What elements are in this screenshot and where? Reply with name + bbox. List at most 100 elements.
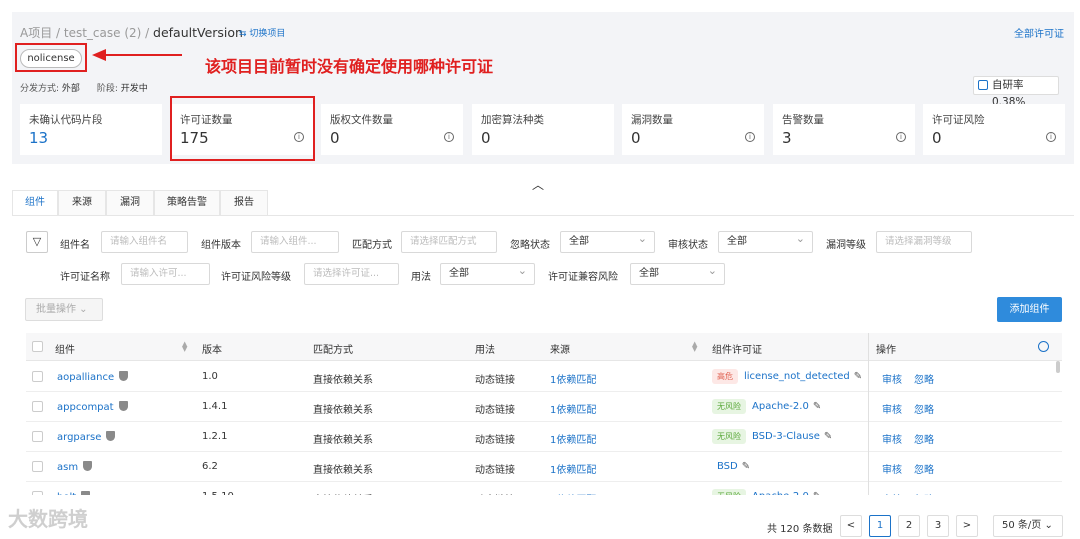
row-checkbox[interactable] <box>32 371 43 382</box>
filter-label-vuln-level: 漏洞等级 <box>826 240 866 251</box>
info-icon[interactable]: i <box>896 132 906 142</box>
all-licenses-link[interactable]: 全部许可证 <box>1014 25 1064 40</box>
row-checkbox[interactable] <box>32 461 43 472</box>
edit-pencil-icon[interactable]: ✎ <box>824 431 832 442</box>
sort-icon[interactable]: ▲ ▼ <box>182 341 187 353</box>
monitor-icon <box>978 80 988 90</box>
review-link[interactable]: 审核 <box>882 371 902 386</box>
collapse-chevron-up-icon[interactable]: ︿ <box>532 176 544 193</box>
table-row: aopalliance 1.0 直接依赖关系 动态链接 1依赖匹配 高危 lice… <box>26 362 1062 392</box>
distribution-label: 分发方式: <box>20 84 60 94</box>
page-button-3[interactable]: 3 <box>927 515 949 537</box>
risk-badge: 无风险 <box>712 429 746 444</box>
tab-sources[interactable]: 来源 <box>58 190 106 216</box>
component-link[interactable]: argparse <box>57 431 116 443</box>
usage-select[interactable]: 全部 <box>440 261 535 285</box>
add-component-button[interactable]: 添加组件 <box>997 297 1062 322</box>
match-type-select[interactable]: 请选择匹配方式 <box>401 231 497 253</box>
component-link[interactable]: asm <box>57 461 93 473</box>
component-link[interactable]: aopalliance <box>57 371 129 383</box>
stat-value: 0 <box>932 129 942 147</box>
license-risk-select[interactable]: 请选择许可证... <box>304 263 399 285</box>
stat-card-vulnerabilities[interactable]: 漏洞数量 0 i <box>622 104 764 155</box>
tab-reports[interactable]: 报告 <box>220 190 268 216</box>
stat-value[interactable]: 13 <box>29 129 48 147</box>
source-link[interactable]: 1依赖匹配 <box>550 431 596 446</box>
info-icon[interactable]: i <box>444 132 454 142</box>
tab-policy-alerts[interactable]: 策略告警 <box>154 190 220 216</box>
stat-card-copyright-files[interactable]: 版权文件数量 0 i <box>321 104 463 155</box>
stat-label: 未确认代码片段 <box>29 114 103 126</box>
breadcrumb-repo[interactable]: test_case (2) <box>64 26 141 40</box>
tab-components[interactable]: 组件 <box>12 190 58 216</box>
page-size-select[interactable]: 50 条/页 ⌄ <box>993 515 1063 537</box>
ignore-link[interactable]: 忽略 <box>914 431 934 446</box>
edit-pencil-icon[interactable]: ✎ <box>742 461 750 472</box>
th-usage: 用法 <box>475 345 495 356</box>
license-link[interactable]: Apache-2.0 <box>752 401 809 412</box>
edit-pencil-icon[interactable]: ✎ <box>813 401 821 412</box>
match-cell: 直接依赖关系 <box>313 435 373 446</box>
select-all-checkbox[interactable] <box>32 341 43 352</box>
stat-card-license-risk[interactable]: 许可证风险 0 i <box>923 104 1065 155</box>
row-checkbox[interactable] <box>32 431 43 442</box>
batch-ops-button[interactable]: 批量操作 ⌄ <box>25 298 103 321</box>
edit-pencil-icon[interactable]: ✎ <box>854 371 862 382</box>
ignore-link[interactable]: 忽略 <box>914 461 934 476</box>
row-checkbox[interactable] <box>32 401 43 412</box>
ignore-status-select[interactable]: 全部 <box>560 229 655 253</box>
next-page-button[interactable]: > <box>956 515 978 537</box>
actions-column-divider <box>868 333 869 495</box>
shield-icon <box>83 461 93 471</box>
source-link[interactable]: 1依赖匹配 <box>550 401 596 416</box>
self-dev-rate-badge: 自研率 0.38% <box>973 76 1059 108</box>
table-scrollbar[interactable] <box>1056 361 1060 373</box>
shield-icon <box>118 401 128 411</box>
license-name-input[interactable]: 请输入许可... <box>121 263 210 285</box>
stat-card-crypto-algorithms[interactable]: 加密算法种类 0 <box>472 104 614 155</box>
breadcrumb-project[interactable]: A项目 <box>20 26 52 40</box>
license-link[interactable]: BSD-3-Clause <box>752 431 820 442</box>
vuln-level-select[interactable]: 请选择漏洞等级 <box>876 231 972 253</box>
review-link[interactable]: 审核 <box>882 461 902 476</box>
component-name-input[interactable]: 请输入组件名 <box>101 231 188 253</box>
match-cell: 直接依赖关系 <box>313 405 373 416</box>
source-link[interactable]: 1依赖匹配 <box>550 371 596 386</box>
info-icon[interactable]: i <box>1046 132 1056 142</box>
filter-label-license-name: 许可证名称 <box>60 272 110 283</box>
th-component[interactable]: 组件 <box>55 341 75 356</box>
tab-vulnerabilities[interactable]: 漏洞 <box>106 190 154 216</box>
version-cell: 1.0 <box>202 371 218 382</box>
switch-project-link[interactable]: ⇆ 切换项目 <box>239 26 285 39</box>
stat-card-alerts[interactable]: 告警数量 3 i <box>773 104 915 155</box>
review-link[interactable]: 审核 <box>882 431 902 446</box>
filter-label-usage: 用法 <box>411 272 431 283</box>
page-button-1[interactable]: 1 <box>869 515 891 537</box>
source-link[interactable]: 1依赖匹配 <box>550 461 596 476</box>
breadcrumb: A项目 / test_case (2) / defaultVersion <box>20 25 243 40</box>
prev-page-button[interactable]: < <box>840 515 862 537</box>
compat-risk-select[interactable]: 全部 <box>630 261 725 285</box>
component-link[interactable]: appcompat <box>57 401 128 413</box>
sort-icon[interactable]: ▲ ▼ <box>692 341 697 353</box>
page-button-2[interactable]: 2 <box>898 515 920 537</box>
th-source[interactable]: 来源 <box>550 341 570 356</box>
filter-label-component-version: 组件版本 <box>201 240 241 251</box>
component-version-input[interactable]: 请输入组件... <box>251 231 339 253</box>
risk-badge: 高危 <box>712 369 738 384</box>
filter-icon[interactable]: ▽ <box>26 231 48 253</box>
stat-card-unconfirmed-snippets[interactable]: 未确认代码片段 13 <box>20 104 162 155</box>
annotation-text: 该项目目前暂时没有确定使用哪种许可证 <box>205 57 494 76</box>
stat-label: 加密算法种类 <box>481 114 544 126</box>
shield-icon <box>119 371 129 381</box>
review-status-select[interactable]: 全部 <box>718 229 813 253</box>
ignore-link[interactable]: 忽略 <box>914 401 934 416</box>
license-link[interactable]: license_not_detected <box>744 371 850 382</box>
review-link[interactable]: 审核 <box>882 401 902 416</box>
annotation-arrow-icon <box>92 49 182 61</box>
license-link[interactable]: BSD <box>717 461 738 472</box>
ignore-link[interactable]: 忽略 <box>914 371 934 386</box>
info-icon[interactable]: i <box>745 132 755 142</box>
license-cell: 无风险 Apache-2.0 ✎ <box>712 399 821 414</box>
column-settings-gear-icon[interactable] <box>1038 341 1049 352</box>
